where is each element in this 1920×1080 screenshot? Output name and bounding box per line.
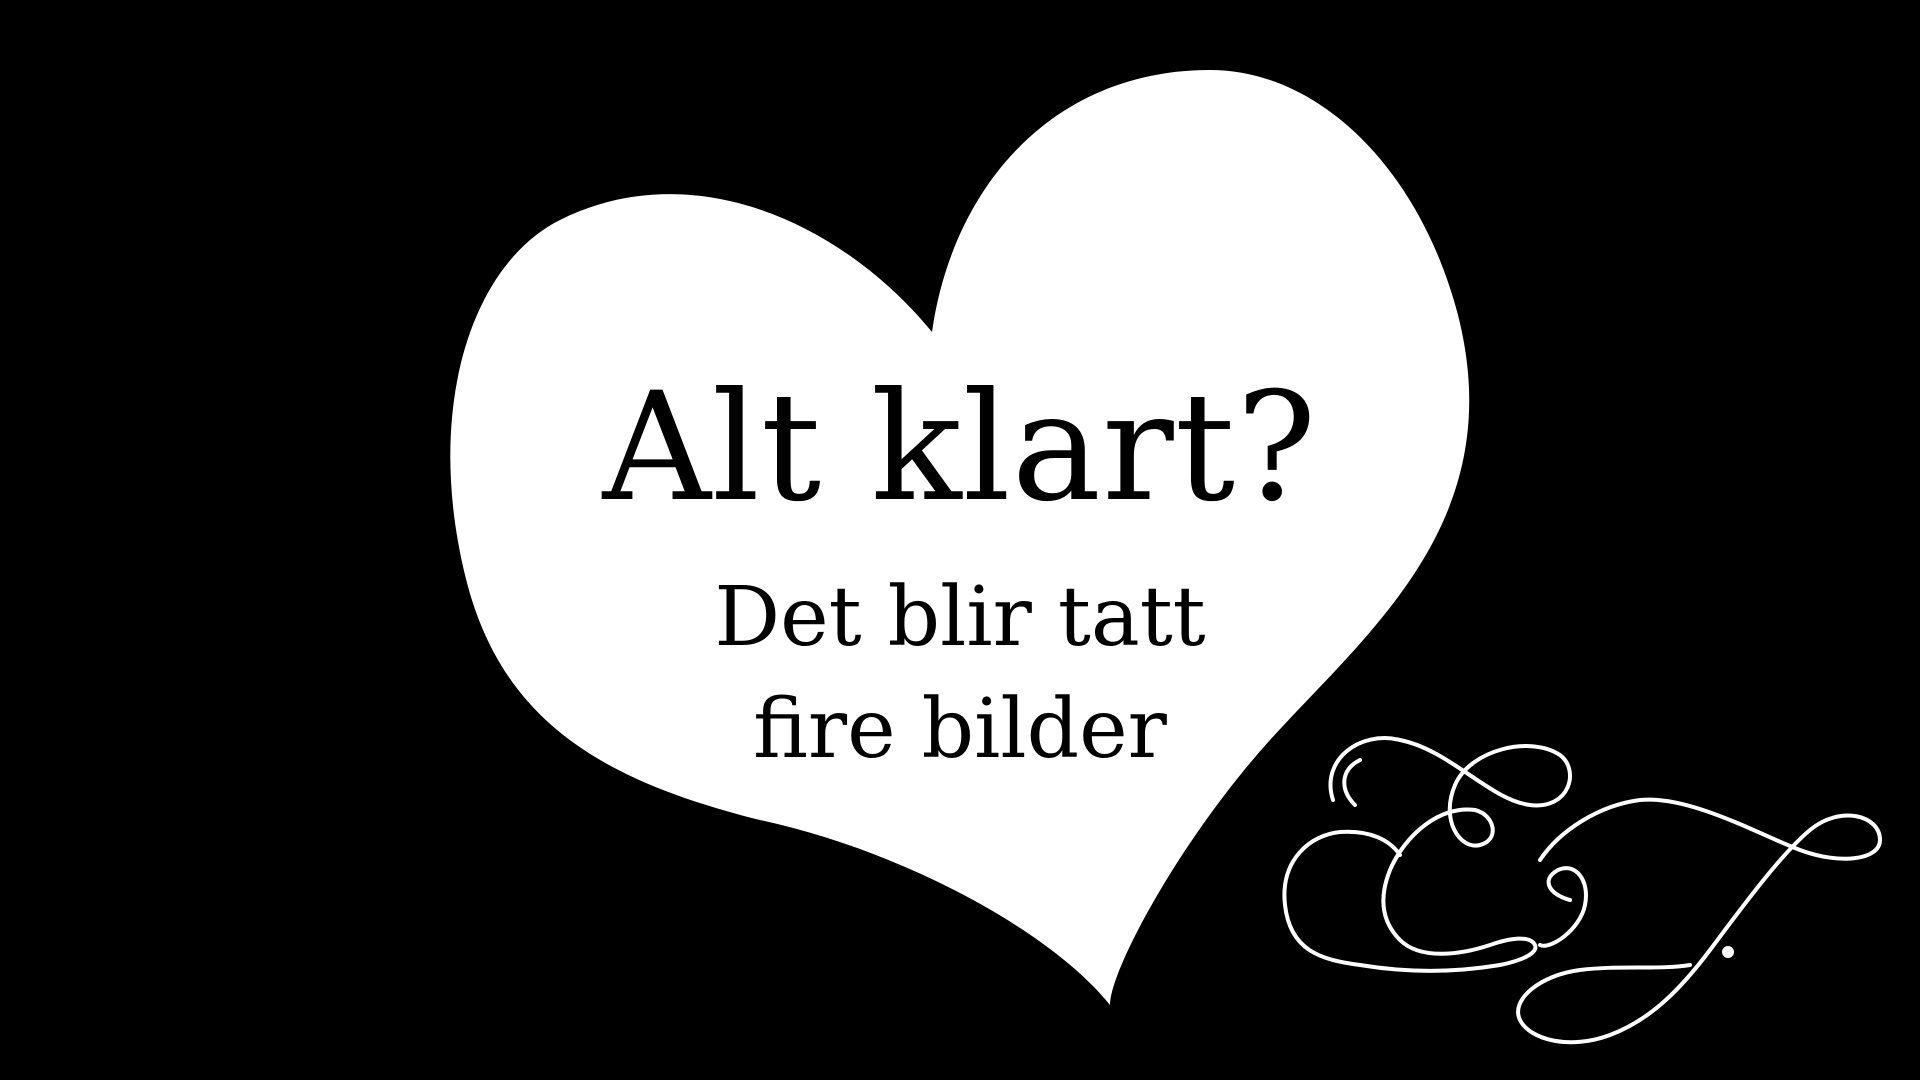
headline-text: Alt klart? bbox=[602, 361, 1318, 535]
monogram-logo bbox=[1282, 736, 1883, 1045]
subline-text-1: Det blir tatt bbox=[714, 570, 1206, 665]
monogram-letter-e-curl bbox=[1342, 758, 1362, 807]
slide-canvas: Alt klart? Det blir tatt fire bilder bbox=[0, 0, 1920, 1080]
subline-text-2: fire bilder bbox=[753, 682, 1167, 777]
monogram-letter-e bbox=[1282, 736, 1572, 973]
monogram-letter-j bbox=[1516, 797, 1883, 1045]
monogram-dot bbox=[1722, 946, 1734, 958]
monogram-letter-j-tail bbox=[1538, 866, 1588, 948]
